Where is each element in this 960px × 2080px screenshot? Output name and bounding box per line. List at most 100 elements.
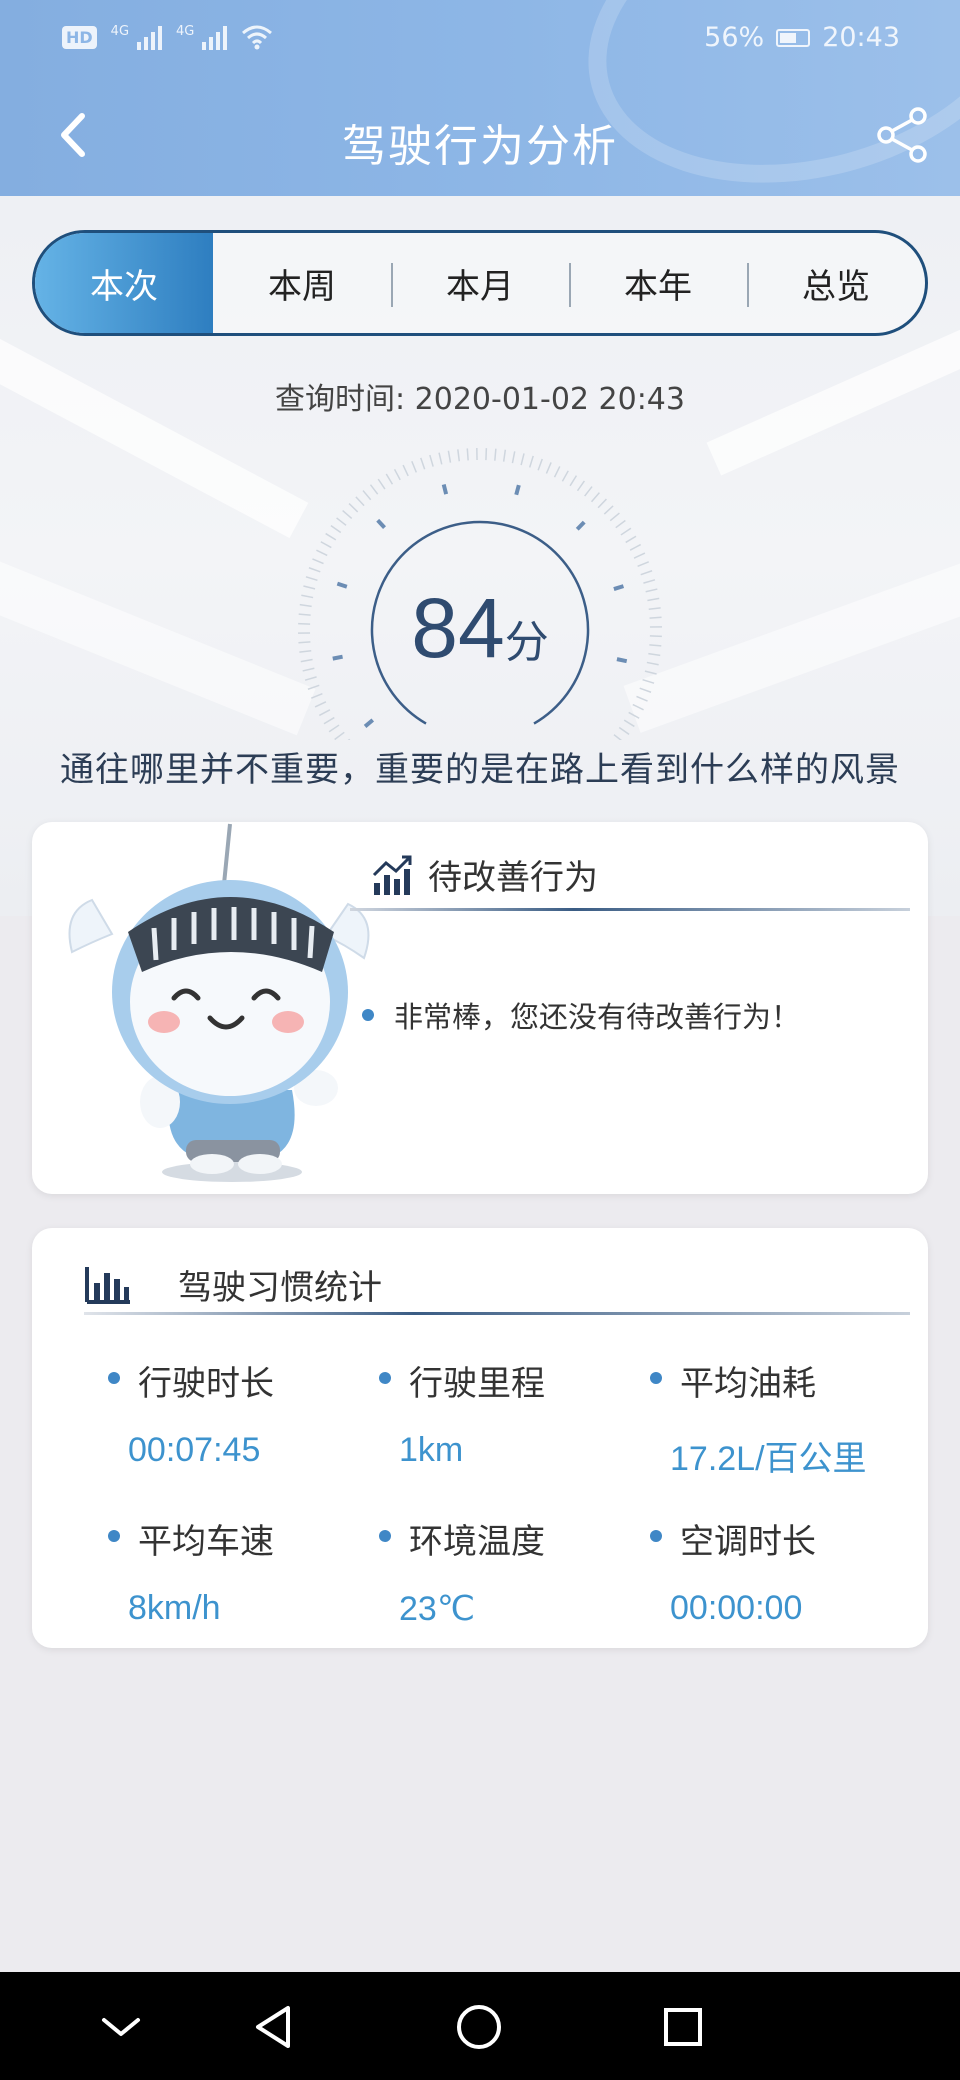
home-nav-button[interactable] xyxy=(454,2002,504,2052)
hide-keyboard-button[interactable] xyxy=(96,2002,146,2052)
gauge-major-tick xyxy=(363,718,375,728)
stat-distance: 行驶里程 1km xyxy=(345,1356,616,1480)
gauge-tick xyxy=(348,503,359,513)
tab-month[interactable]: 本月 xyxy=(391,233,569,333)
gauge-tick xyxy=(304,676,317,681)
tab-week[interactable]: 本周 xyxy=(213,233,391,333)
gauge-tick xyxy=(569,475,578,487)
habits-stats-grid: 行驶时长 00:07:45 行驶里程 1km 平均油耗 17.2L/百公里 平均… xyxy=(74,1356,914,1629)
gauge-tick xyxy=(411,460,418,473)
habits-header: 驾驶习惯统计 xyxy=(84,1260,382,1309)
improvement-message-row: 非常棒，您还没有待改善行为！ xyxy=(362,994,800,1036)
gauge-major-tick xyxy=(376,518,386,529)
gauge-tick xyxy=(429,454,434,467)
stat-value: 00:07:45 xyxy=(128,1431,261,1469)
recents-nav-button[interactable] xyxy=(658,2002,708,2052)
status-bar: HD 4G 4G 56% 20:43 xyxy=(0,0,960,80)
bullet-dot xyxy=(379,1530,391,1542)
gauge-tick xyxy=(385,473,394,485)
gauge-tick xyxy=(330,524,342,534)
gauge-major-tick xyxy=(575,520,586,531)
gauge-tick xyxy=(328,724,340,733)
stat-value: 23℃ xyxy=(399,1590,476,1628)
bullet-dot xyxy=(108,1530,120,1542)
back-nav-button[interactable] xyxy=(250,2002,300,2052)
tab-year[interactable]: 本年 xyxy=(569,233,747,333)
gauge-tick xyxy=(502,449,507,462)
gauge-tick xyxy=(308,567,321,573)
network-type-1: 4G xyxy=(110,24,130,39)
stat-value: 17.2L/百公里 xyxy=(670,1440,867,1478)
gauge-tick xyxy=(457,449,461,462)
gauge-tick xyxy=(613,734,623,740)
habits-card: 驾驶习惯统计 行驶时长 00:07:45 行驶里程 1km 平均油耗 17.2L… xyxy=(32,1228,928,1648)
bullet-dot xyxy=(650,1372,662,1384)
gauge-major-tick xyxy=(514,484,521,496)
gauge-tick xyxy=(323,716,335,725)
gauge-tick xyxy=(320,541,332,549)
stat-label: 平均油耗 xyxy=(680,1364,816,1404)
stat-label: 空调时长 xyxy=(680,1522,816,1562)
gauge-major-tick xyxy=(441,483,449,495)
bullet-dot xyxy=(650,1530,662,1542)
improvement-message: 非常棒，您还没有待改善行为！ xyxy=(394,1000,801,1034)
gauge-tick xyxy=(347,738,351,740)
app-header: HD 4G 4G 56% 20:43 驾驶行为分析 xyxy=(0,0,960,196)
gauge-tick xyxy=(537,458,543,471)
battery-percent: 56% xyxy=(704,22,765,53)
stat-label: 行驶里程 xyxy=(409,1364,545,1404)
gauge-tick xyxy=(318,709,331,717)
gauge-tick xyxy=(342,510,353,520)
gauge-tick xyxy=(528,455,534,468)
gauge-tick xyxy=(334,731,345,740)
stat-ac-duration: 空调时长 00:00:00 xyxy=(616,1514,914,1629)
improvement-header: 待改善行为 xyxy=(370,850,598,899)
battery-icon xyxy=(776,28,811,47)
stat-label: 行驶时长 xyxy=(138,1364,274,1404)
gauge-tick xyxy=(576,480,586,492)
tab-current[interactable]: 本次 xyxy=(35,233,213,333)
gauge-tick xyxy=(609,512,620,522)
improvement-title: 待改善行为 xyxy=(428,858,598,898)
gauge-tick xyxy=(615,519,626,529)
gauge-tick xyxy=(603,505,614,515)
stat-value: 1km xyxy=(399,1431,464,1469)
wifi-icon xyxy=(242,25,273,50)
gauge-tick xyxy=(377,478,386,490)
gauge-tick xyxy=(632,703,644,711)
clock: 20:43 xyxy=(822,22,900,53)
signal-icon xyxy=(137,24,163,50)
square-recents-icon xyxy=(664,2008,702,2046)
bullet-dot xyxy=(108,1372,120,1384)
stat-label: 平均车速 xyxy=(138,1522,274,1562)
query-time: 查询时间: 2020-01-02 20:43 xyxy=(275,382,685,417)
gauge-tick xyxy=(369,484,379,495)
gauge-tick xyxy=(639,687,652,693)
gauge-tick xyxy=(620,527,632,536)
chart-trend-icon xyxy=(372,855,412,895)
tab-overview[interactable]: 总览 xyxy=(747,233,925,333)
chevron-down-icon xyxy=(102,2018,140,2036)
gauge-tick xyxy=(623,719,635,728)
gauge-tick xyxy=(633,552,646,559)
gauge-tick xyxy=(447,450,452,463)
gauge-tick xyxy=(618,726,630,736)
gauge-tick xyxy=(520,453,525,466)
gauge-tick xyxy=(640,570,653,576)
gauge-tick xyxy=(642,678,655,684)
gauge-tick xyxy=(629,543,642,551)
stat-value: 00:00:00 xyxy=(670,1589,803,1627)
gauge-tick xyxy=(402,464,409,477)
gauge-tick xyxy=(584,486,593,497)
gauge-tick xyxy=(325,532,337,541)
gauge-tick xyxy=(561,470,569,482)
score-display: 84分 xyxy=(290,580,670,677)
nav-bar: 驾驶行为分析 xyxy=(0,96,960,176)
share-button[interactable] xyxy=(874,106,932,164)
gauge-tick xyxy=(362,490,372,501)
gauge-tick xyxy=(625,535,637,544)
circle-home-icon xyxy=(457,2005,501,2049)
score-unit: 分 xyxy=(504,617,549,668)
gauge-tick xyxy=(466,448,469,461)
gauge-tick xyxy=(545,462,552,474)
